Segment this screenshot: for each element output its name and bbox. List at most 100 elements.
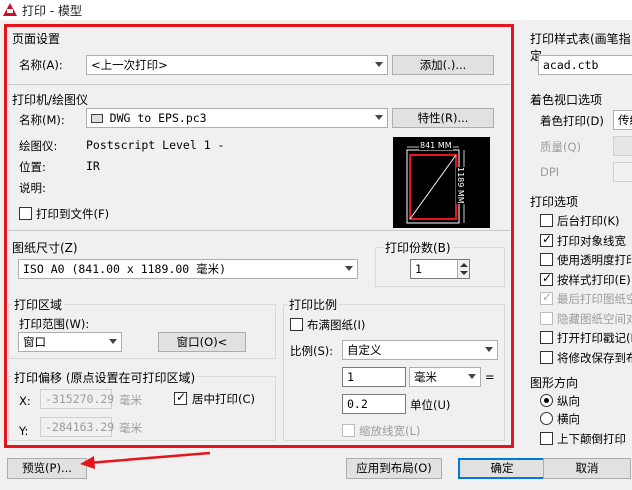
paper-preview-graphic: [406, 146, 465, 224]
plot-range-select[interactable]: 窗口: [18, 332, 122, 352]
plot-range-label: 打印范围(W):: [19, 317, 90, 331]
upside-down-checkbox[interactable]: [540, 432, 553, 445]
unit-label: 单位(U): [410, 398, 451, 412]
plot-option-checkbox[interactable]: [540, 331, 553, 344]
plot-option-checkbox[interactable]: [540, 350, 553, 364]
chevron-down-icon: [109, 339, 117, 344]
spin-up-icon[interactable]: [460, 263, 468, 267]
print-to-file-checkbox[interactable]: [19, 207, 32, 220]
orientation-title: 图形方向: [530, 376, 579, 390]
offset-y-input[interactable]: -284163.29: [40, 417, 115, 437]
copies-title: 打印份数(B): [383, 239, 453, 256]
plot-style-table-select[interactable]: acad.ctb: [538, 55, 632, 75]
offset-x-label: X:: [19, 394, 31, 408]
page-setup-name-select[interactable]: <上一次打印>: [86, 55, 388, 75]
offset-y-label: Y:: [19, 424, 29, 438]
ok-button[interactable]: 确定: [458, 458, 546, 479]
divider: [8, 84, 510, 85]
offset-y-unit: 毫米: [119, 421, 142, 435]
printer-icon: [91, 114, 103, 123]
plot-option-label: 使用透明度打印: [557, 253, 632, 267]
center-plot-checkbox[interactable]: [174, 390, 187, 405]
copies-value: 1: [415, 262, 422, 276]
window-title: 打印 - 模型: [22, 4, 82, 18]
plot-option-label: 后台打印(K): [557, 214, 620, 228]
equals-sign: =: [485, 370, 495, 384]
printer-name-select[interactable]: DWG to EPS.pc3: [86, 108, 388, 128]
fit-to-paper-checkbox[interactable]: [290, 318, 303, 331]
landscape-radio[interactable]: [540, 412, 553, 425]
plot-option-checkbox[interactable]: [540, 253, 553, 266]
scale-value: 自定义: [347, 343, 382, 357]
plot-option-label: 按样式打印(E): [557, 272, 631, 287]
page-setup-title: 页面设置: [12, 32, 61, 46]
plot-option-checkbox[interactable]: [540, 232, 553, 247]
printer-title: 打印机/绘图仪: [12, 93, 89, 107]
plot-option-label: 隐藏图纸空间对: [557, 311, 632, 326]
scale-value2-input[interactable]: 0.2: [342, 394, 406, 414]
plot-option-label: 最后打印图纸空: [557, 292, 632, 306]
location-label: 位置:: [19, 160, 46, 174]
offset-y-value: -284163.29: [45, 420, 115, 434]
paper-preview: 841 MM 1189 MM: [393, 137, 490, 228]
copies-spinner[interactable]: [457, 260, 469, 278]
quality-label: 质量(Q): [540, 140, 582, 154]
unit-select[interactable]: 毫米: [409, 367, 481, 387]
preview-width-label: 841 MM: [419, 141, 453, 150]
offset-x-input[interactable]: -315270.29: [40, 389, 115, 409]
unit-value: 毫米: [414, 370, 437, 384]
location-value: IR: [86, 159, 100, 173]
spin-down-icon[interactable]: [460, 271, 468, 275]
plot-option-checkbox[interactable]: [540, 214, 553, 227]
chevron-down-icon: [468, 374, 476, 379]
portrait-label: 纵向: [557, 394, 580, 408]
scale-value1-input[interactable]: 1: [342, 367, 406, 387]
quality-select[interactable]: [613, 136, 632, 156]
dpi-label: DPI: [540, 165, 560, 179]
paper-size-value: ISO A0 (841.00 x 1189.00 毫米): [23, 262, 227, 276]
preview-height-label: 1189 MM: [456, 167, 465, 204]
apply-to-layout-button[interactable]: 应用到布局(O): [346, 458, 442, 479]
plot-option-checkbox[interactable]: [540, 271, 553, 286]
divider: [8, 230, 510, 231]
plotter-value: Postscript Level 1 -: [86, 138, 225, 152]
chevron-down-icon: [375, 115, 383, 120]
plot-option-label: 将修改保存到布: [557, 350, 632, 365]
shade-plot-value: 传统: [618, 113, 632, 127]
paper-size-select[interactable]: ISO A0 (841.00 x 1189.00 毫米): [18, 259, 358, 279]
shaded-viewport-title: 着色视口选项: [530, 93, 603, 107]
add-button[interactable]: 添加(.)...: [392, 55, 494, 75]
plot-option-label: 打开打印戳记(N: [557, 331, 632, 345]
landscape-label: 横向: [557, 412, 580, 426]
cancel-button[interactable]: 取消: [543, 458, 631, 479]
page-setup-name-value: <上一次打印>: [91, 58, 168, 72]
dpi-input[interactable]: [613, 162, 632, 182]
properties-button[interactable]: 特性(R)...: [392, 108, 494, 128]
shade-plot-label: 着色打印(D): [540, 114, 604, 128]
plot-options-title: 打印选项: [530, 195, 579, 209]
portrait-radio[interactable]: [540, 394, 553, 407]
plot-option-checkbox[interactable]: [540, 311, 553, 325]
scale-lineweights-checkbox[interactable]: [342, 424, 355, 437]
plot-area-title: 打印区域: [12, 296, 65, 313]
description-label: 说明:: [19, 181, 46, 195]
scale-value2: 0.2: [347, 397, 368, 411]
fit-to-paper-label: 布满图纸(I): [307, 318, 366, 332]
scale-lineweights-label: 缩放线宽(L): [359, 424, 421, 438]
chevron-down-icon: [375, 62, 383, 67]
plot-option-label: 打印对象线宽: [557, 233, 626, 248]
plot-style-table-value: acad.ctb: [543, 58, 599, 72]
scale-value1: 1: [347, 370, 354, 384]
plot-option-checkbox[interactable]: [540, 290, 553, 305]
printer-name-value: DWG to EPS.pc3: [109, 111, 207, 125]
offset-x-value: -315270.29: [45, 392, 115, 406]
scale-select[interactable]: 自定义: [342, 340, 498, 360]
upside-down-label: 上下颠倒打印: [557, 432, 626, 446]
window-pick-button[interactable]: 窗口(O)<: [158, 332, 246, 352]
chevron-down-icon: [345, 266, 353, 271]
plot-offset-title: 打印偏移 (原点设置在可打印区域): [12, 369, 198, 386]
plot-range-value: 窗口: [23, 335, 46, 349]
shade-plot-select[interactable]: 传统: [613, 110, 632, 130]
center-plot-label: 居中打印(C): [192, 392, 256, 406]
plot-scale-title: 打印比例: [287, 296, 340, 313]
